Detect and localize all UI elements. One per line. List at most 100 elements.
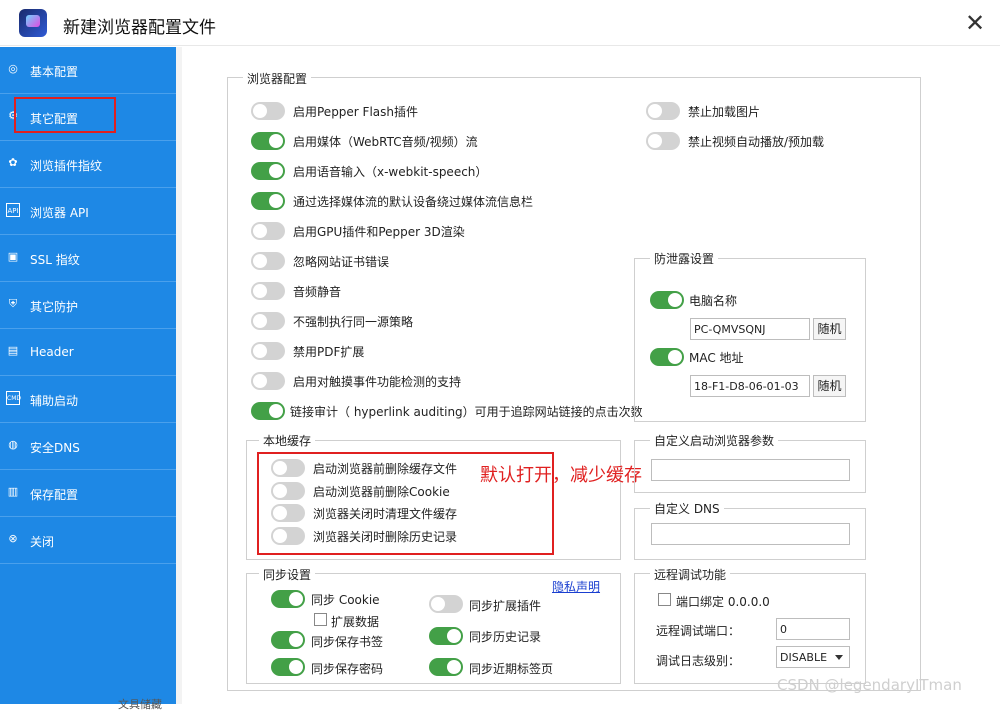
sidebar-item-startup[interactable]: CMD 辅助启动 — [0, 376, 176, 423]
option-label: 音频静音 — [293, 285, 342, 299]
group-title: 本地缓存 — [259, 432, 316, 449]
debug-port-label: 远程调试端口： — [656, 624, 741, 638]
option-label: 启用GPU插件和Pepper 3D渲染 — [293, 225, 465, 239]
highlight-box — [14, 97, 116, 133]
toggle-webrtc[interactable] — [251, 132, 285, 150]
option-label: 禁用PDF扩展 — [293, 345, 365, 359]
log-level-value: DISABLE — [780, 651, 828, 664]
sidebar-item-label: 关闭 — [30, 535, 55, 549]
sidebar-item-header[interactable]: ▤ Header — [0, 329, 176, 376]
option-label: 扩展数据 — [331, 615, 380, 629]
toggle-sync-passwords[interactable] — [271, 658, 305, 676]
toggle-gpu[interactable] — [251, 222, 285, 240]
option-label: 禁止视频自动播放/预加载 — [688, 135, 825, 149]
custom-dns-input[interactable] — [651, 523, 850, 545]
option-label: 同步保存密码 — [311, 662, 384, 676]
privacy-link[interactable]: 隐私声明 — [552, 578, 600, 595]
option-label: 不强制执行同一源策略 — [293, 315, 414, 329]
toggle-same-origin[interactable] — [251, 312, 285, 330]
option-label: 同步保存书签 — [311, 635, 384, 649]
toggle-block-autoplay[interactable] — [646, 132, 680, 150]
chevron-down-icon — [835, 655, 843, 660]
option-label: 禁止加载图片 — [688, 105, 761, 119]
option-label: 通过选择媒体流的默认设备绕过媒体流信息栏 — [293, 195, 534, 209]
computer-name-input[interactable]: PC-QMVSQNJ — [690, 318, 810, 340]
group-title: 远程调试功能 — [650, 566, 731, 583]
toggle-mute[interactable] — [251, 282, 285, 300]
shield-icon: ⛨ — [8, 297, 18, 310]
sidebar-item-label: 辅助启动 — [30, 394, 79, 408]
footer-text: 文具储藏 — [118, 698, 162, 711]
sidebar-item-close[interactable]: ⊗ 关闭 — [0, 517, 176, 564]
toggle-media-infobar[interactable] — [251, 192, 285, 210]
startup-params-input[interactable] — [651, 459, 850, 481]
watermark: CSDN @legendaryITman — [777, 676, 962, 694]
mac-address-input[interactable]: 18-F1-D8-06-01-03 — [690, 375, 810, 397]
sidebar-item-label: 保存配置 — [30, 488, 79, 502]
group-title: 防泄露设置 — [650, 250, 719, 267]
option-label: 链接审计（ hyperlink auditing）可用于追踪网站链接的点击次数 — [290, 405, 643, 419]
toggle-computer-name[interactable] — [650, 291, 684, 309]
option-label: 启用语音输入（x-webkit-speech） — [293, 165, 488, 179]
sidebar-item-label: Header — [30, 345, 74, 359]
toggle-sync-cookie[interactable] — [271, 590, 305, 608]
sidebar-item-plugin-fingerprint[interactable]: ✿ 浏览插件指纹 — [0, 141, 176, 188]
sidebar: ◎ 基本配置 ⚙ 其它配置 ✿ 浏览插件指纹 API 浏览器 API ▣ SSL 指纹 ⛨… — [0, 47, 176, 704]
annotation-text: 默认打开，减少缓存 — [480, 465, 642, 486]
option-label: 忽略网站证书错误 — [293, 255, 390, 269]
random-pc-button[interactable]: 随机 — [813, 318, 846, 340]
title-bar: 新建浏览器配置文件 ✕ — [0, 0, 1000, 46]
option-label: 同步历史记录 — [469, 630, 542, 644]
option-label: 同步 Cookie — [311, 593, 380, 607]
toggle-sync-bookmarks[interactable] — [271, 631, 305, 649]
cmd-icon: CMD — [6, 391, 21, 405]
compass-icon: ◎ — [8, 62, 18, 75]
group-title: 自定义 DNS — [650, 500, 724, 517]
sidebar-item-label: 基本配置 — [30, 65, 79, 79]
sidebar-item-dns[interactable]: ◍ 安全DNS — [0, 423, 176, 470]
leak-protection-group — [634, 258, 866, 422]
sidebar-item-basic[interactable]: ◎ 基本配置 — [0, 47, 176, 94]
ext-data-checkbox[interactable] — [314, 613, 327, 626]
toggle-touch[interactable] — [251, 372, 285, 390]
toggle-cert-errors[interactable] — [251, 252, 285, 270]
toggle-hyperlink-auditing[interactable] — [251, 402, 285, 420]
header-icon: ▤ — [7, 344, 19, 357]
sidebar-item-protection[interactable]: ⛨ 其它防护 — [0, 282, 176, 329]
globe-icon: ◍ — [8, 438, 18, 451]
option-label: 启用Pepper Flash插件 — [293, 105, 419, 119]
toggle-pepper-flash[interactable] — [251, 102, 285, 120]
toggle-mac-address[interactable] — [650, 348, 684, 366]
toggle-pdf[interactable] — [251, 342, 285, 360]
save-icon: ▥ — [7, 485, 19, 498]
sidebar-item-ssl[interactable]: ▣ SSL 指纹 — [0, 235, 176, 282]
toggle-block-images[interactable] — [646, 102, 680, 120]
lock-icon: ▣ — [7, 250, 19, 263]
sidebar-item-label: 其它防护 — [30, 300, 79, 314]
sidebar-item-label: SSL 指纹 — [30, 253, 80, 267]
group-title: 自定义启动浏览器参数 — [650, 432, 779, 449]
log-level-select[interactable]: DISABLE — [776, 646, 850, 668]
sidebar-item-api[interactable]: API 浏览器 API — [0, 188, 176, 235]
api-icon: API — [6, 203, 20, 217]
port-bind-checkbox[interactable] — [658, 593, 671, 606]
option-label: 启用对触摸事件功能检测的支持 — [293, 375, 462, 389]
random-mac-button[interactable]: 随机 — [813, 375, 846, 397]
option-label: 同步扩展插件 — [469, 599, 542, 613]
toggle-sync-extensions[interactable] — [429, 595, 463, 613]
toggle-sync-history[interactable] — [429, 627, 463, 645]
puzzle-icon: ✿ — [8, 156, 18, 169]
debug-port-input[interactable]: 0 — [776, 618, 850, 640]
log-level-label: 调试日志级别： — [656, 654, 741, 668]
app-logo — [19, 9, 47, 37]
close-circle-icon: ⊗ — [8, 532, 18, 545]
sidebar-item-save[interactable]: ▥ 保存配置 — [0, 470, 176, 517]
sidebar-item-label: 浏览插件指纹 — [30, 159, 103, 173]
group-title: 浏览器配置 — [243, 70, 312, 87]
toggle-speech[interactable] — [251, 162, 285, 180]
window-title: 新建浏览器配置文件 — [63, 18, 216, 38]
option-label: 同步近期标签页 — [469, 662, 554, 676]
toggle-sync-tabs[interactable] — [429, 658, 463, 676]
close-icon[interactable]: ✕ — [962, 10, 988, 36]
sidebar-item-label: 安全DNS — [30, 441, 80, 455]
